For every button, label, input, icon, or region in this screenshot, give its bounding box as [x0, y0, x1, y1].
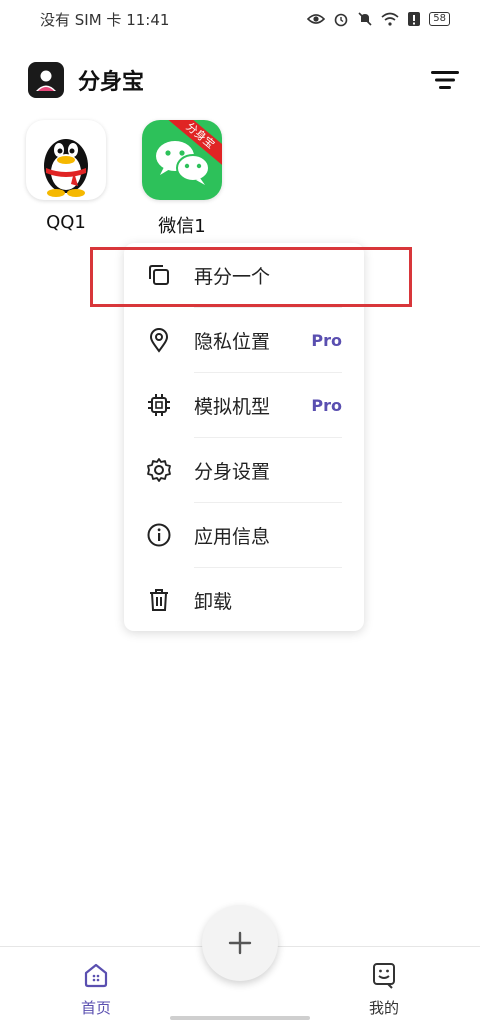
nav-home[interactable]: 首页	[66, 961, 126, 1018]
status-left: 没有 SIM 卡 11:41	[40, 9, 169, 30]
menu-item-label: 分身设置	[194, 460, 271, 483]
eye-icon	[307, 14, 326, 24]
pro-badge: Pro	[311, 330, 342, 350]
home-icon	[84, 963, 108, 988]
smile-face-icon	[373, 963, 395, 989]
alarm-icon	[334, 13, 348, 27]
mute-icon	[358, 12, 372, 26]
menu-item-app-info[interactable]: 应用信息	[124, 503, 364, 567]
chip-icon	[146, 392, 172, 418]
gear-icon	[146, 457, 172, 483]
app-label-wechat: 微信1	[158, 216, 206, 237]
menu-item-clone-settings[interactable]: 分身设置	[124, 438, 364, 502]
wifi-icon	[381, 12, 399, 26]
alert-icon	[408, 12, 421, 26]
app-grid: QQ1 分身宝 微信1	[26, 120, 222, 238]
location-pin-icon	[146, 327, 172, 353]
app-header: 分身宝	[28, 60, 460, 100]
app-tile-qq[interactable]: QQ1	[26, 120, 106, 238]
menu-item-label: 模拟机型	[194, 395, 271, 418]
nav-mine[interactable]: 我的	[354, 961, 414, 1018]
menu-item-label: 应用信息	[194, 525, 271, 548]
sort-menu-button[interactable]	[430, 65, 460, 95]
menu-item-label: 隐私位置	[194, 330, 271, 353]
status-icons: 58	[307, 11, 450, 27]
home-indicator	[170, 1016, 310, 1020]
menu-item-uninstall[interactable]: 卸载	[124, 568, 364, 632]
app-tile-wechat[interactable]: 分身宝 微信1	[142, 120, 222, 238]
status-bar: 没有 SIM 卡 11:41 58	[0, 0, 480, 38]
app-label-qq: QQ1	[46, 212, 86, 233]
carrier-time: 没有 SIM 卡 11:41	[40, 10, 170, 29]
trash-icon	[146, 587, 172, 613]
menu-item-privacy-location[interactable]: 隐私位置 Pro	[124, 308, 364, 372]
menu-item-device-model[interactable]: 模拟机型 Pro	[124, 373, 364, 437]
highlight-box	[90, 247, 412, 307]
nav-mine-label: 我的	[368, 999, 399, 1017]
qq-penguin-icon[interactable]	[26, 120, 106, 200]
battery-indicator: 58	[429, 12, 450, 26]
person-icon	[36, 70, 56, 91]
app-title: 分身宝	[78, 70, 145, 95]
sort-icon	[431, 71, 459, 89]
app-logo	[28, 62, 64, 98]
plus-icon	[228, 931, 252, 955]
menu-item-label: 卸载	[194, 590, 233, 613]
pro-badge: Pro	[311, 395, 342, 415]
add-clone-button[interactable]	[202, 905, 278, 981]
wechat-icon[interactable]: 分身宝	[142, 120, 222, 200]
info-icon	[146, 522, 172, 548]
nav-home-label: 首页	[80, 999, 111, 1017]
